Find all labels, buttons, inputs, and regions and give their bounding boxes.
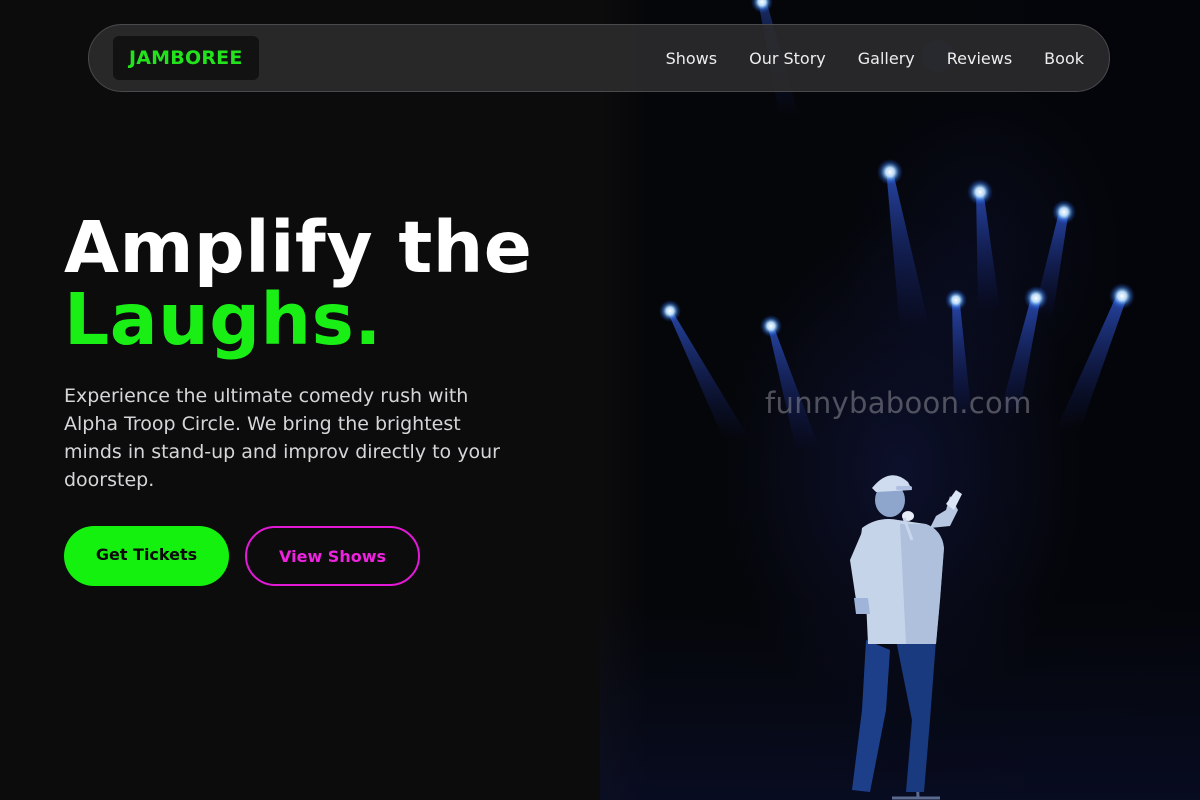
nav-link-shows[interactable]: Shows xyxy=(666,49,718,68)
hero-title-line1: Amplify the xyxy=(64,206,533,289)
nav-link-gallery[interactable]: Gallery xyxy=(858,49,915,68)
brand-logo[interactable]: JAMBOREE xyxy=(113,36,259,80)
hero-title-line2: Laughs. xyxy=(64,278,382,361)
nav-link-our-story[interactable]: Our Story xyxy=(749,49,826,68)
page: funnybaboon.com JAMBOREE Shows Our Story… xyxy=(0,0,1200,800)
view-shows-button[interactable]: View Shows xyxy=(245,526,420,586)
hero-title: Amplify the Laughs. xyxy=(64,212,532,356)
image-watermark: funnybaboon.com xyxy=(765,386,1032,420)
hero-description: Experience the ultimate comedy rush with… xyxy=(64,385,500,491)
nav-link-book[interactable]: Book xyxy=(1044,49,1084,68)
get-tickets-button[interactable]: Get Tickets xyxy=(64,526,229,586)
nav-links: Shows Our Story Gallery Reviews Book xyxy=(666,49,1084,68)
nav-link-reviews[interactable]: Reviews xyxy=(947,49,1012,68)
top-navbar: JAMBOREE Shows Our Story Gallery Reviews… xyxy=(88,24,1110,92)
